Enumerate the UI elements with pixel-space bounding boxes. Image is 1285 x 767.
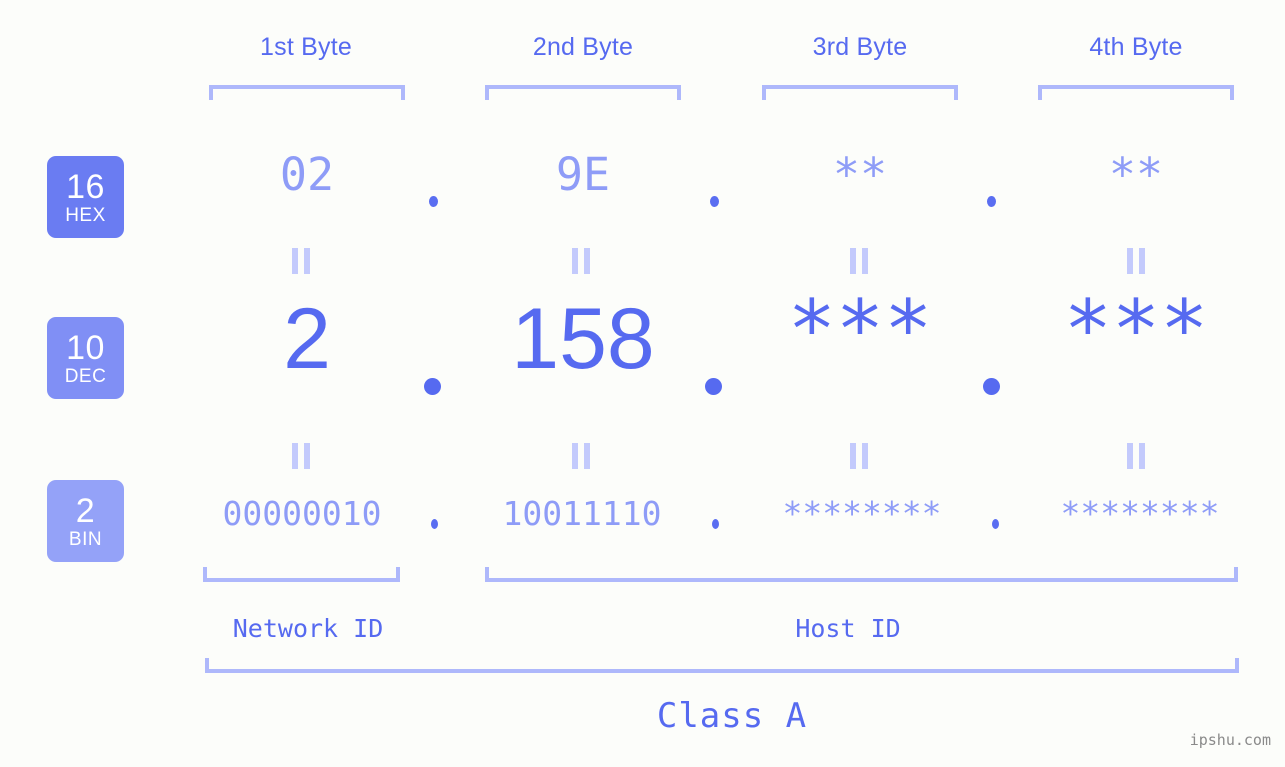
radix-badge-hex-number: 16 xyxy=(66,167,105,206)
class-bracket xyxy=(205,658,1239,673)
ip-address-breakdown-diagram: 1st Byte 2nd Byte 3rd Byte 4th Byte 16 H… xyxy=(0,0,1285,767)
equals-separator-hex-dec-2 xyxy=(569,248,593,274)
radix-badge-bin-number: 2 xyxy=(75,491,96,530)
byte-header-1: 1st Byte xyxy=(260,33,352,61)
hex-dot-separator-1 xyxy=(429,196,438,207)
radix-badge-bin[interactable]: 2 BIN xyxy=(47,480,124,562)
bin-byte-1: 00000010 xyxy=(222,494,382,533)
equals-separator-dec-bin-4 xyxy=(1124,443,1148,469)
radix-badge-hex-label: HEX xyxy=(65,204,106,226)
bin-byte-3: ******** xyxy=(782,494,942,533)
equals-separator-hex-dec-1 xyxy=(289,248,313,274)
host-id-label: Host ID xyxy=(795,614,901,643)
radix-badge-bin-label: BIN xyxy=(68,528,103,550)
dec-byte-3: *** xyxy=(787,283,933,376)
radix-badge-dec[interactable]: 10 DEC xyxy=(47,317,124,399)
radix-badge-hex[interactable]: 16 HEX xyxy=(47,156,124,238)
bin-dot-separator-2 xyxy=(712,519,719,529)
byte-header-3: 3rd Byte xyxy=(812,33,908,61)
equals-separator-hex-dec-4 xyxy=(1124,248,1148,274)
hex-dot-separator-2 xyxy=(710,196,719,207)
bin-dot-separator-3 xyxy=(992,519,999,529)
hex-byte-4: ** xyxy=(1108,148,1164,201)
hex-byte-3: ** xyxy=(832,148,888,201)
site-watermark: ipshu.com xyxy=(1189,731,1271,749)
equals-separator-dec-bin-2 xyxy=(569,443,593,469)
byte-bracket-1 xyxy=(209,85,405,100)
byte-header-2: 2nd Byte xyxy=(532,33,634,61)
equals-separator-hex-dec-3 xyxy=(847,248,871,274)
dec-byte-4: *** xyxy=(1063,283,1209,376)
hex-byte-1: 02 xyxy=(279,148,335,201)
byte-bracket-4 xyxy=(1038,85,1234,100)
dec-byte-1: 2 xyxy=(283,291,331,387)
hex-byte-2: 9E xyxy=(555,148,611,201)
radix-badge-dec-number: 10 xyxy=(66,328,105,367)
byte-bracket-2 xyxy=(485,85,681,100)
dec-byte-2: 158 xyxy=(511,291,655,387)
byte-header-4: 4th Byte xyxy=(1089,33,1183,61)
equals-separator-dec-bin-1 xyxy=(289,443,313,469)
radix-badge-dec-label: DEC xyxy=(64,365,107,387)
byte-bracket-3 xyxy=(762,85,958,100)
network-id-label: Network ID xyxy=(232,614,384,643)
dec-dot-separator-1 xyxy=(424,378,441,395)
bin-byte-2: 10011110 xyxy=(502,494,662,533)
hex-dot-separator-3 xyxy=(987,196,996,207)
dec-dot-separator-3 xyxy=(983,378,1000,395)
host-id-bracket xyxy=(485,567,1238,582)
bin-byte-4: ******** xyxy=(1060,494,1220,533)
dec-dot-separator-2 xyxy=(705,378,722,395)
class-label: Class A xyxy=(656,696,808,736)
network-id-bracket xyxy=(203,567,400,582)
equals-separator-dec-bin-3 xyxy=(847,443,871,469)
bin-dot-separator-1 xyxy=(431,519,438,529)
